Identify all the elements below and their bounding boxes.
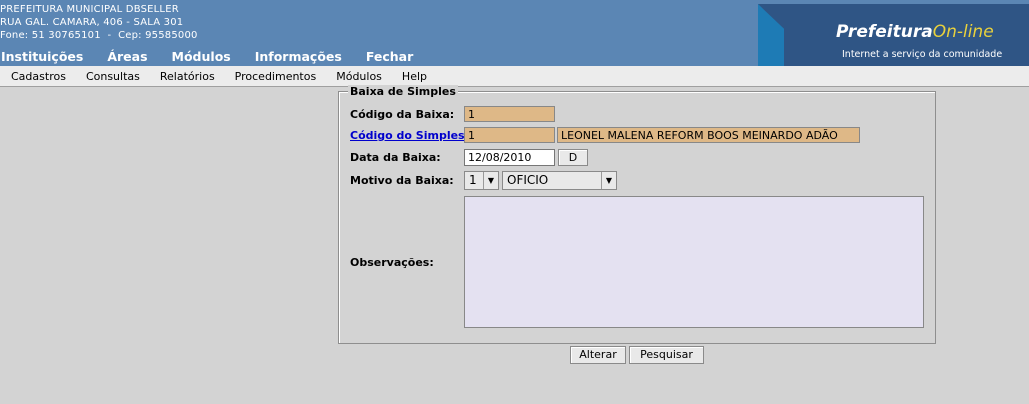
codigo-simples-link[interactable]: Código do Simples:	[350, 129, 469, 142]
menu-bar: Cadastros Consultas Relatórios Procedime…	[0, 66, 1029, 87]
top-menu-instituicoes[interactable]: Instituições	[1, 49, 83, 64]
data-baixa-label: Data da Baixa:	[350, 151, 441, 164]
menu-consultas[interactable]: Consultas	[86, 70, 140, 83]
motivo-code-value: 1	[469, 173, 477, 187]
chevron-down-icon: ▼	[483, 172, 498, 189]
data-baixa-input[interactable]: 12/08/2010	[464, 149, 555, 166]
logo-text: PrefeituraOn-line	[836, 22, 994, 42]
prefeitura-online-logo: PrefeituraOn-line Internet a serviço da …	[758, 4, 1029, 66]
date-picker-button[interactable]: D	[558, 149, 588, 166]
logo-decor-band	[758, 4, 784, 66]
org-contact: Fone: 51 30765101 - Cep: 95585000	[0, 30, 198, 41]
motivo-baixa-label: Motivo da Baixa:	[350, 174, 454, 187]
chevron-down-icon: ▼	[601, 172, 616, 189]
codigo-baixa-label: Código da Baixa:	[350, 108, 455, 121]
motivo-text-value: OFICIO	[507, 173, 549, 187]
top-menu-fechar[interactable]: Fechar	[366, 49, 413, 64]
organization-info: PREFEITURA MUNICIPAL DBSELLER RUA GAL. C…	[0, 3, 198, 42]
org-name: PREFEITURA MUNICIPAL DBSELLER	[0, 4, 179, 15]
top-menu-informacoes[interactable]: Informações	[255, 49, 342, 64]
contribuinte-nome-field: LEONEL MALENA REFORM BOOS MEINARDO ADÃO	[557, 127, 860, 143]
logo-tagline: Internet a serviço da comunidade	[842, 49, 1003, 60]
codigo-simples-field[interactable]: 1	[464, 127, 555, 143]
menu-cadastros[interactable]: Cadastros	[11, 70, 66, 83]
pesquisar-button[interactable]: Pesquisar	[629, 346, 704, 364]
fieldset-legend: Baixa de Simples	[348, 85, 458, 98]
menu-procedimentos[interactable]: Procedimentos	[235, 70, 317, 83]
codigo-baixa-field: 1	[464, 106, 555, 122]
alterar-button[interactable]: Alterar	[570, 346, 626, 364]
header-banner: PREFEITURA MUNICIPAL DBSELLER RUA GAL. C…	[0, 0, 1029, 66]
menu-relatorios[interactable]: Relatórios	[160, 70, 215, 83]
top-menu-modulos[interactable]: Módulos	[172, 49, 231, 64]
observacoes-textarea[interactable]	[464, 196, 924, 328]
top-menu-areas[interactable]: Áreas	[107, 49, 147, 64]
menu-help[interactable]: Help	[402, 70, 427, 83]
observacoes-label: Observações:	[350, 256, 434, 269]
menu-modulos[interactable]: Módulos	[336, 70, 382, 83]
org-address: RUA GAL. CAMARA, 406 - SALA 301	[0, 17, 184, 28]
top-menu: Instituições Áreas Módulos Informações F…	[0, 49, 437, 64]
motivo-code-select[interactable]: 1 ▼	[464, 171, 499, 190]
motivo-text-select[interactable]: OFICIO ▼	[502, 171, 617, 190]
